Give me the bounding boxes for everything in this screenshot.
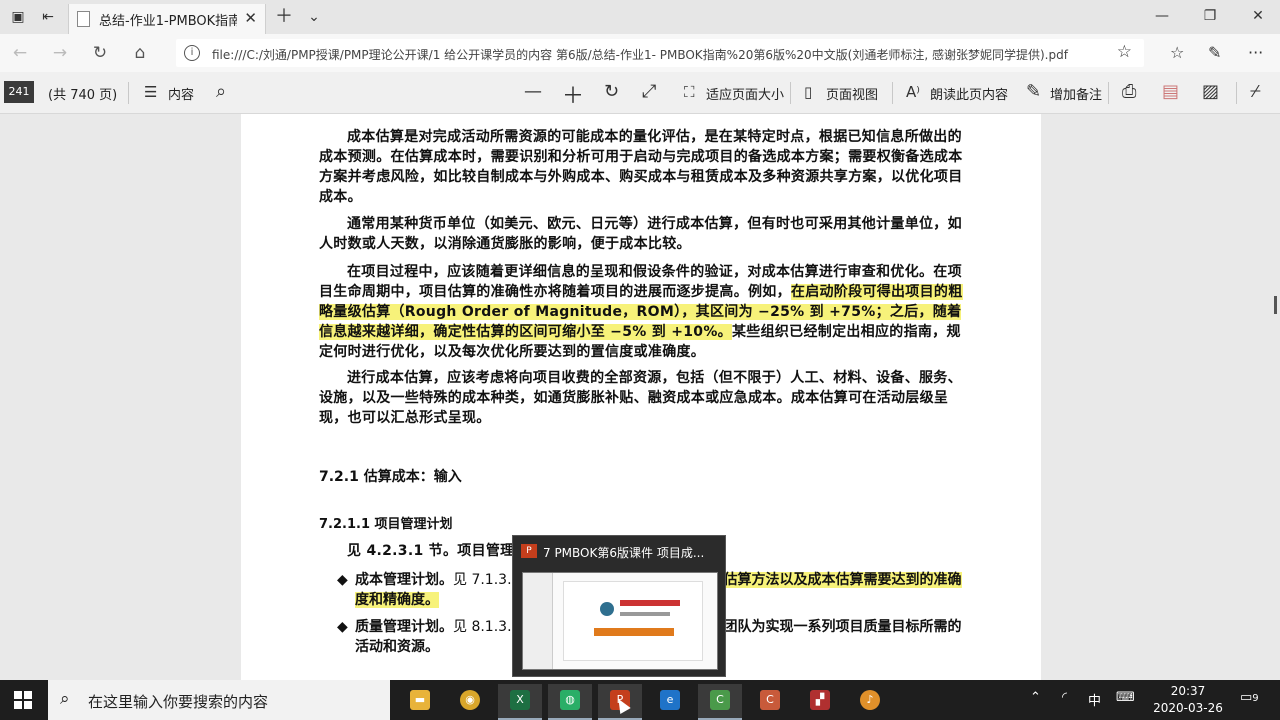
preview-thumbnail[interactable] <box>522 572 718 670</box>
draw-icon: ✎ <box>1026 81 1042 102</box>
fit-page-button[interactable]: 适应页面大小 <box>706 84 784 103</box>
divider <box>892 82 893 104</box>
tab-pdf[interactable]: 总结-作业1-PMBOK指南 ✕ <box>68 4 266 34</box>
read-aloud-button[interactable]: 朗读此页内容 <box>930 84 1008 103</box>
tab-actions-icon[interactable]: ▣ <box>8 7 28 27</box>
camtasia-recorder-icon[interactable]: C <box>748 684 792 720</box>
favorites-icon[interactable]: ☆ <box>1170 43 1184 62</box>
taskbar-preview[interactable]: P 7 PMBOK第6版课件 项目成... <box>512 535 726 677</box>
pdf-file-icon <box>77 11 90 27</box>
rotate-icon[interactable]: ↻ <box>604 81 619 102</box>
ime-indicator[interactable]: 中 <box>1088 690 1101 709</box>
read-aloud-icon: A⁾ <box>906 83 920 101</box>
paragraph: 进行成本估算，应该考虑将向项目收费的全部资源，包括（但不限于）人工、材料、设备、… <box>319 370 962 426</box>
fit-page-icon: ⛶ <box>684 83 695 101</box>
add-note-button[interactable]: 增加备注 <box>1050 84 1102 103</box>
taskbar: ⌕ 在这里输入你要搜索的内容 ▬ ◉ X ◍ P e C C ▞ ♪ ⌃ ◜ 中… <box>0 680 1280 720</box>
forward-icon[interactable]: → <box>50 43 70 63</box>
file-explorer-icon[interactable]: ▬ <box>398 684 442 720</box>
paragraph: 在项目过程中，应该随着更详细信息的呈现和假设条件的验证，对成本估算进行审查和优化… <box>319 264 963 360</box>
search-placeholder: 在这里输入你要搜索的内容 <box>88 693 269 711</box>
wechat-icon[interactable]: ◍ <box>548 684 592 720</box>
contents-icon: ☰ <box>144 83 158 101</box>
save-icon[interactable]: ▤ <box>1162 81 1179 102</box>
search-icon[interactable]: ⌕ <box>216 81 226 102</box>
network-icon[interactable]: ◜ <box>1062 690 1067 705</box>
page-view-button[interactable]: 页面视图 <box>826 84 878 103</box>
keyboard-icon[interactable]: ⌨ <box>1116 690 1135 705</box>
print-icon[interactable]: ⎙ <box>1122 81 1136 102</box>
zoom-in-icon[interactable]: ＋ <box>562 78 584 110</box>
date: 2020-03-26 <box>1153 701 1223 715</box>
tab-title: 总结-作业1-PMBOK指南 <box>99 14 237 29</box>
windows-start-icon[interactable] <box>14 691 32 709</box>
divider <box>1236 82 1237 104</box>
minimize-icon[interactable]: — <box>1152 6 1172 26</box>
powerpoint-icon: P <box>521 544 537 558</box>
total-pages: (共 740 页) <box>48 88 118 103</box>
divider <box>1108 82 1109 104</box>
search-icon: ⌕ <box>60 689 70 709</box>
chevron-down-icon[interactable]: ⌄ <box>304 7 324 27</box>
app-icon[interactable]: ▞ <box>798 684 842 720</box>
scrollbar-thumb[interactable] <box>1274 296 1277 314</box>
notification-icon[interactable]: ▭9 <box>1240 690 1259 705</box>
set-tabs-aside-icon[interactable]: ⇤ <box>38 7 58 27</box>
clock[interactable]: 20:37 2020-03-26 <box>1140 683 1236 717</box>
page-view-icon: ▯ <box>804 83 813 101</box>
paragraph: 通常用某种货币单位（如美元、欧元、日元等）进行成本估算，但有时也可采用其他计量单… <box>319 216 962 252</box>
excel-icon[interactable]: X <box>498 684 542 720</box>
restore-icon[interactable]: ❐ <box>1200 6 1220 26</box>
home-icon[interactable]: ⌂ <box>130 43 150 63</box>
url-text: file:///C:/刘通/PMP授课/PMP理论公开课/1 给公开课学员的内容… <box>212 48 1068 62</box>
save-as-icon[interactable]: ▨ <box>1202 81 1219 102</box>
time: 20:37 <box>1170 684 1206 698</box>
subsection-heading: 7.2.1.1 项目管理计划 <box>319 517 453 532</box>
camtasia-icon[interactable]: C <box>698 684 742 720</box>
taskbar-search-box[interactable]: ⌕ 在这里输入你要搜索的内容 <box>48 680 390 720</box>
tab-bar: ▣ ⇤ 总结-作业1-PMBOK指南 ✕ ＋ ⌄ — ❐ ✕ <box>0 0 1280 34</box>
pen-icon[interactable]: ✎ <box>1208 43 1221 62</box>
section-heading: 7.2.1 估算成本：输入 <box>319 469 462 485</box>
edge-icon[interactable]: e <box>648 684 692 720</box>
fullscreen-icon[interactable]: ⤢ <box>642 81 656 102</box>
pin-toolbar-icon[interactable]: ⌿ <box>1250 81 1261 102</box>
back-icon[interactable]: ← <box>10 43 30 63</box>
divider <box>128 82 129 104</box>
show-hidden-icons-icon[interactable]: ⌃ <box>1030 690 1041 705</box>
address-bar: ← → ↻ ⌂ i file:///C:/刘通/PMP授课/PMP理论公开课/1… <box>0 34 1280 72</box>
chrome-icon[interactable]: ◉ <box>448 684 492 720</box>
divider <box>790 82 791 104</box>
notification-count: 9 <box>1252 693 1259 704</box>
favorite-star-icon[interactable]: ☆ <box>1117 42 1132 62</box>
new-tab-icon[interactable]: ＋ <box>274 7 294 27</box>
refresh-icon[interactable]: ↻ <box>90 43 110 63</box>
more-icon[interactable]: ··· <box>1248 43 1263 62</box>
info-icon[interactable]: i <box>184 45 200 61</box>
contents-button[interactable]: 内容 <box>168 84 194 103</box>
zoom-out-icon[interactable]: — <box>524 81 542 102</box>
preview-title: 7 PMBOK第6版课件 项目成... <box>543 546 705 560</box>
close-icon[interactable]: ✕ <box>244 9 257 27</box>
media-player-icon[interactable]: ♪ <box>848 684 892 720</box>
window-close-icon[interactable]: ✕ <box>1248 6 1268 26</box>
paragraph: 成本估算是对完成活动所需资源的可能成本的量化评估，是在某特定时点，根据已知信息所… <box>319 129 963 205</box>
page-number-input[interactable]: 241 <box>4 81 34 103</box>
pdf-toolbar: 241 (共 740 页) ☰ 内容 ⌕ — ＋ ↻ ⤢ ⛶ 适应页面大小 ▯ … <box>0 72 1280 114</box>
url-field[interactable]: i file:///C:/刘通/PMP授课/PMP理论公开课/1 给公开课学员的… <box>176 39 1144 67</box>
